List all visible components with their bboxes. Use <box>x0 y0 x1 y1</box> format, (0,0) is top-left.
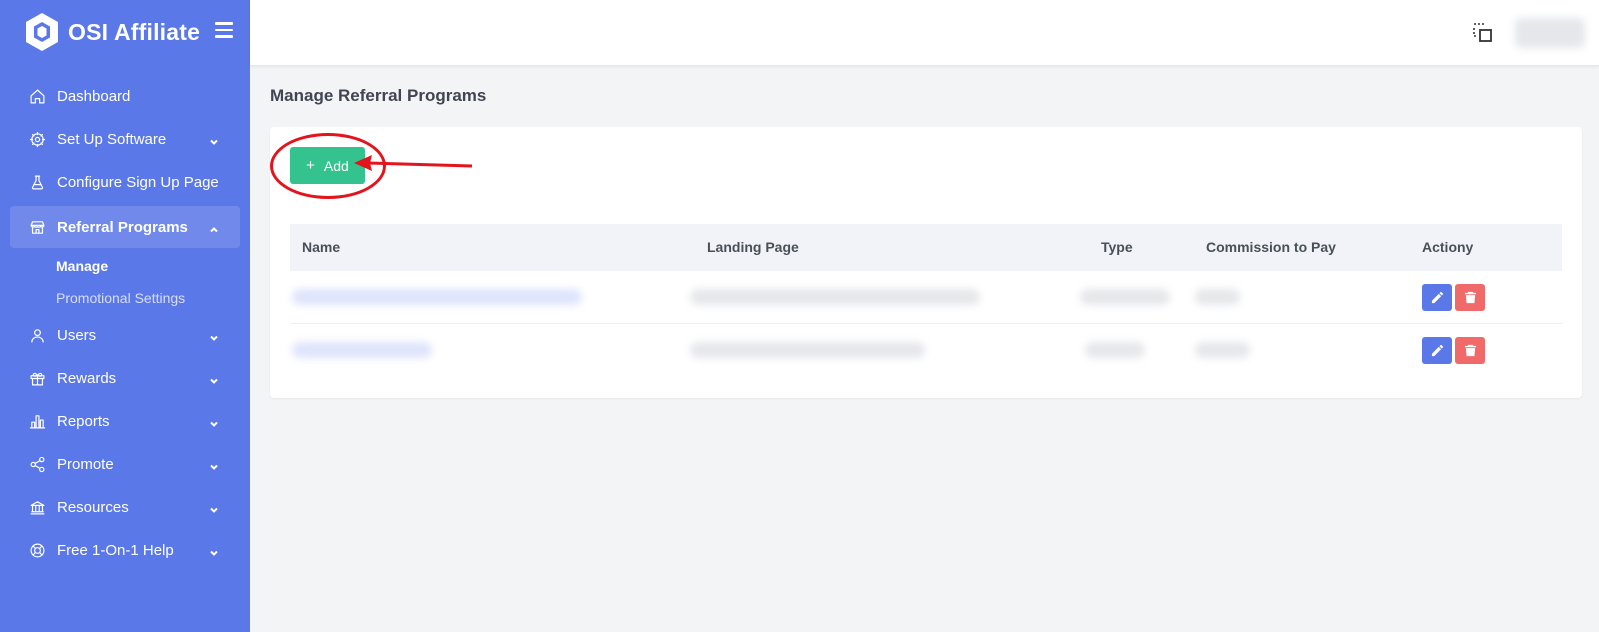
edit-button[interactable] <box>1422 284 1452 311</box>
fullscreen-icon[interactable] <box>1472 22 1494 44</box>
sidebar-item-label: Configure Sign Up Page <box>57 174 219 191</box>
flask-icon <box>28 174 46 192</box>
top-bar <box>250 0 1599 66</box>
sidebar-item-label: Promote <box>57 456 114 473</box>
page-title: Manage Referral Programs <box>270 86 487 105</box>
sidebar-item-label: Dashboard <box>57 88 131 105</box>
pencil-icon <box>1431 344 1443 357</box>
redacted-landing-page <box>690 289 980 305</box>
chevron-down-icon <box>209 134 219 145</box>
sidebar-item-set-up-software[interactable]: Set Up Software <box>0 118 250 161</box>
sidebar-item-label: Rewards <box>57 370 117 387</box>
sidebar-item-label: Resources <box>57 499 129 516</box>
redacted-type <box>1085 342 1145 358</box>
redacted-landing-page <box>690 342 925 358</box>
bar-chart-icon <box>28 413 46 431</box>
sidebar-item-label: Set Up Software <box>57 131 167 148</box>
sidebar-item-rewards[interactable]: Rewards <box>0 357 250 400</box>
chevron-down-icon <box>209 545 219 556</box>
chevron-down-icon <box>209 459 219 470</box>
sidebar-nav: Dashboard Set Up Software Configure Sign… <box>0 75 250 572</box>
user-icon <box>28 327 46 345</box>
menu-toggle-icon[interactable] <box>215 22 233 38</box>
sidebar-item-label: Reports <box>57 413 110 430</box>
pencil-icon <box>1431 291 1443 304</box>
sidebar-item-promote[interactable]: Promote <box>0 443 250 486</box>
table-row <box>290 324 1562 377</box>
sidebar-item-free-help[interactable]: Free 1-On-1 Help <box>0 529 250 572</box>
sidebar-item-referral-programs[interactable]: Referral Programs <box>10 206 240 248</box>
sidebar-item-users[interactable]: Users <box>0 314 250 357</box>
redacted-type <box>1080 289 1170 305</box>
column-header-commission: Commission to Pay <box>1206 239 1336 255</box>
sidebar-item-label: Free 1-On-1 Help <box>57 542 174 559</box>
annotation-arrow-icon <box>354 155 473 171</box>
gear-icon <box>28 131 46 149</box>
chevron-up-icon <box>209 222 219 233</box>
sidebar-item-dashboard[interactable]: Dashboard <box>0 75 250 118</box>
trash-icon <box>1464 291 1476 304</box>
chevron-down-icon <box>209 330 219 341</box>
sidebar-item-configure-sign-up-page[interactable]: Configure Sign Up Page <box>0 161 250 204</box>
sidebar-item-label: Users <box>57 327 97 344</box>
hexagon-logo-icon <box>26 13 58 51</box>
bank-icon <box>28 499 46 517</box>
column-header-landing-page: Landing Page <box>707 239 799 255</box>
table-header: Name Landing Page Type Commission to Pay… <box>290 224 1562 271</box>
chevron-down-icon <box>209 373 219 384</box>
sidebar-subitem-manage[interactable]: Manage <box>0 250 250 282</box>
chevron-down-icon <box>209 502 219 513</box>
brand-name: OSI Affiliate <box>68 18 201 45</box>
redacted-name[interactable] <box>292 342 432 358</box>
trash-icon <box>1464 344 1476 357</box>
sidebar: OSI Affiliate Dashboard Set Up Software … <box>0 0 250 632</box>
delete-button[interactable] <box>1455 284 1485 311</box>
redacted-commission <box>1195 342 1250 358</box>
referral-programs-table: Name Landing Page Type Commission to Pay… <box>290 224 1562 377</box>
lifebuoy-icon <box>28 542 46 560</box>
table-row <box>290 271 1562 324</box>
store-icon <box>28 218 46 236</box>
delete-button[interactable] <box>1455 337 1485 364</box>
column-header-type: Type <box>1101 239 1133 255</box>
sidebar-item-resources[interactable]: Resources <box>0 486 250 529</box>
sidebar-item-reports[interactable]: Reports <box>0 400 250 443</box>
sidebar-item-label: Referral Programs <box>57 218 188 236</box>
edit-button[interactable] <box>1422 337 1452 364</box>
sidebar-subitem-promotional-settings[interactable]: Promotional Settings <box>0 282 250 314</box>
column-header-actions: Actiony <box>1422 239 1474 255</box>
user-avatar[interactable] <box>1515 18 1585 48</box>
gift-icon <box>28 370 46 388</box>
redacted-name[interactable] <box>292 289 582 305</box>
home-icon <box>28 88 46 106</box>
redacted-commission <box>1195 289 1240 305</box>
column-header-name: Name <box>302 239 341 255</box>
brand[interactable]: OSI Affiliate <box>24 12 200 52</box>
share-icon <box>28 456 46 474</box>
chevron-down-icon <box>209 416 219 427</box>
